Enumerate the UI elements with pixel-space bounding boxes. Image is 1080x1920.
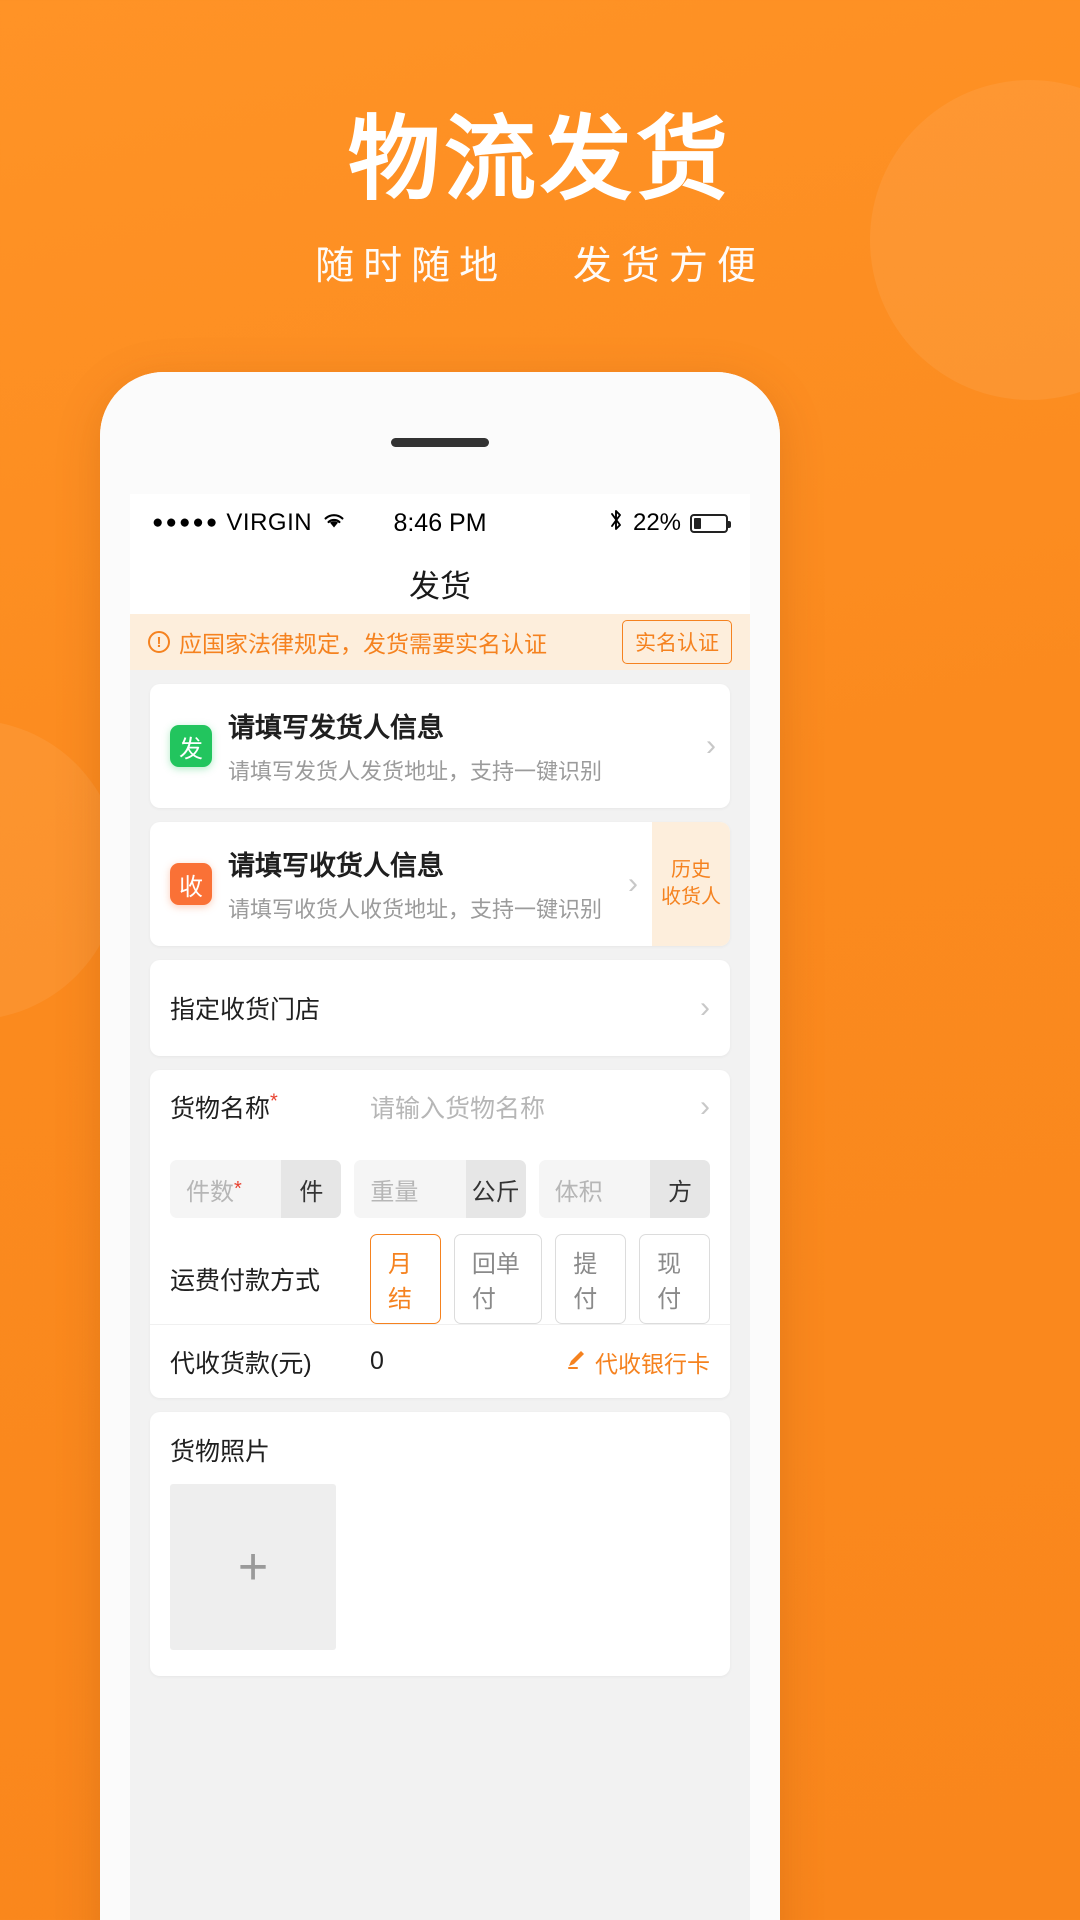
phone-mockup: ●●●●● VIRGIN 8:46 PM 22% 发货 ! 应国家法律规定，发货…	[100, 372, 780, 1920]
chevron-right-icon: ›	[700, 991, 710, 1024]
status-bar-time: 8:46 PM	[393, 508, 487, 537]
history-receivers-line2: 收货人	[661, 886, 721, 908]
chevron-right-icon: ›	[628, 867, 638, 900]
goods-name-label-text: 货物名称	[170, 1095, 271, 1123]
alert-left-group: ! 应国家法律规定，发货需要实名认证	[148, 625, 547, 659]
payment-method-row: 运费付款方式 月结 回单付 提付 现付	[150, 1234, 730, 1324]
alert-text: 应国家法律规定，发货需要实名认证	[179, 631, 547, 657]
volume-input[interactable]: 体积	[539, 1160, 650, 1218]
status-bar-right: 22%	[487, 508, 732, 539]
sender-info-card[interactable]: 发 请填写发货人信息 请填写发货人发货地址，支持一键识别 ›	[150, 684, 730, 808]
payment-options: 月结 回单付 提付 现付	[370, 1234, 710, 1324]
battery-icon	[690, 513, 732, 533]
goods-name-input[interactable]: 请输入货物名称	[370, 1089, 690, 1125]
sender-subtitle: 请填写发货人发货地址，支持一键识别	[228, 759, 603, 784]
phone-bezel-top	[100, 372, 780, 494]
battery-percent-label: 22%	[632, 509, 682, 536]
receiver-badge-icon: 收	[170, 863, 212, 905]
payment-option-cash[interactable]: 现付	[639, 1234, 710, 1324]
quantity-unit: 件	[281, 1160, 342, 1218]
quantity-field[interactable]: 件数 * 件	[170, 1160, 342, 1218]
goods-name-required-mark: *	[270, 1090, 278, 1113]
receiver-info-card[interactable]: 收 请填写收货人信息 请填写收货人收货地址，支持一键识别 › 历史 收货人	[150, 822, 730, 946]
history-receivers-line1: 历史	[671, 859, 711, 881]
quantity-required-mark: *	[234, 1177, 242, 1200]
payment-option-receipt[interactable]: 回单付	[453, 1234, 543, 1324]
designated-store-card[interactable]: 指定收货门店 ›	[150, 960, 730, 1056]
receiver-subtitle: 请填写收货人收货地址，支持一键识别	[228, 897, 603, 922]
phone-screen: ●●●●● VIRGIN 8:46 PM 22% 发货 ! 应国家法律规定，发货…	[130, 494, 750, 1920]
sender-badge-icon: 发	[170, 725, 212, 767]
receiver-text-group: 请填写收货人信息 请填写收货人收货地址，支持一键识别	[228, 844, 618, 924]
goods-photo-title: 货物照片	[170, 1438, 271, 1466]
quantity-placeholder: 件数	[186, 1178, 234, 1206]
history-receivers-button[interactable]: 历史 收货人	[652, 822, 730, 946]
weight-placeholder: 重量	[370, 1178, 419, 1206]
realname-alert-banner: ! 应国家法律规定，发货需要实名认证 实名认证	[130, 614, 750, 670]
signal-strength-icon: ●●●●●	[152, 512, 220, 533]
page-title: 发货	[409, 568, 471, 604]
chevron-right-icon: ›	[706, 729, 716, 762]
goods-details-card: 货物名称* 请输入货物名称 › 件数 * 件 重量 公斤 体积 方 运费付款方式…	[150, 1070, 730, 1398]
cod-bank-card-link[interactable]: 代收银行卡	[564, 1345, 710, 1379]
cod-label: 代收货款(元)	[170, 1349, 312, 1378]
status-bar: ●●●●● VIRGIN 8:46 PM 22%	[130, 494, 750, 552]
designated-store-label: 指定收货门店	[170, 996, 321, 1024]
payment-option-arrival[interactable]: 提付	[555, 1234, 627, 1324]
bluetooth-icon	[608, 508, 624, 539]
add-photo-button[interactable]: +	[170, 1484, 336, 1650]
sender-title: 请填写发货人信息	[228, 713, 444, 743]
volume-placeholder: 体积	[554, 1178, 603, 1206]
form-content: 发 请填写发货人信息 请填写发货人发货地址，支持一键识别 › 收 请填写收货人信…	[130, 670, 750, 1920]
hero-subtitle-left: 随时随地	[315, 244, 508, 288]
nav-bar: 发货	[130, 552, 750, 614]
status-bar-left: ●●●●● VIRGIN	[152, 509, 393, 537]
pencil-icon	[564, 1347, 588, 1377]
realname-verify-button[interactable]: 实名认证	[622, 620, 732, 664]
phone-speaker	[391, 438, 489, 447]
wifi-icon	[321, 509, 347, 537]
goods-photo-card: 货物照片 +	[150, 1412, 730, 1676]
cod-value[interactable]: 0	[370, 1347, 564, 1376]
sender-info-main[interactable]: 发 请填写发货人信息 请填写发货人发货地址，支持一键识别 ›	[150, 684, 730, 808]
hero-title: 物流发货	[347, 109, 732, 211]
weight-unit: 公斤	[465, 1160, 526, 1218]
receiver-title: 请填写收货人信息	[228, 851, 444, 881]
chevron-right-icon: ›	[700, 1090, 710, 1123]
volume-field[interactable]: 体积 方	[538, 1160, 710, 1218]
hero-subtitle: 随时随地 发货方便	[0, 235, 1080, 291]
goods-name-label: 货物名称*	[170, 1089, 370, 1125]
payment-method-label: 运费付款方式	[170, 1267, 321, 1295]
payment-option-monthly[interactable]: 月结	[370, 1234, 441, 1324]
hero-subtitle-right: 发货方便	[572, 244, 765, 288]
carrier-label: VIRGIN	[226, 509, 313, 536]
cod-bank-card-label: 代收银行卡	[595, 1350, 710, 1377]
volume-unit: 方	[649, 1160, 710, 1218]
weight-field[interactable]: 重量 公斤	[354, 1160, 526, 1218]
warning-circle-icon: !	[148, 631, 170, 653]
cod-amount-row: 代收货款(元) 0 代收银行卡	[150, 1324, 730, 1398]
quantity-input[interactable]: 件数 *	[170, 1160, 281, 1218]
goods-metrics-row: 件数 * 件 重量 公斤 体积 方	[150, 1144, 730, 1234]
sender-text-group: 请填写发货人信息 请填写发货人发货地址，支持一键识别	[228, 706, 696, 786]
goods-name-row[interactable]: 货物名称* 请输入货物名称 ›	[150, 1070, 730, 1144]
designated-store-row[interactable]: 指定收货门店 ›	[150, 960, 730, 1056]
hero-section: 物流发货 随时随地 发货方便	[0, 0, 1080, 291]
weight-input[interactable]: 重量	[354, 1160, 465, 1218]
receiver-info-main[interactable]: 收 请填写收货人信息 请填写收货人收货地址，支持一键识别 ›	[150, 822, 652, 946]
